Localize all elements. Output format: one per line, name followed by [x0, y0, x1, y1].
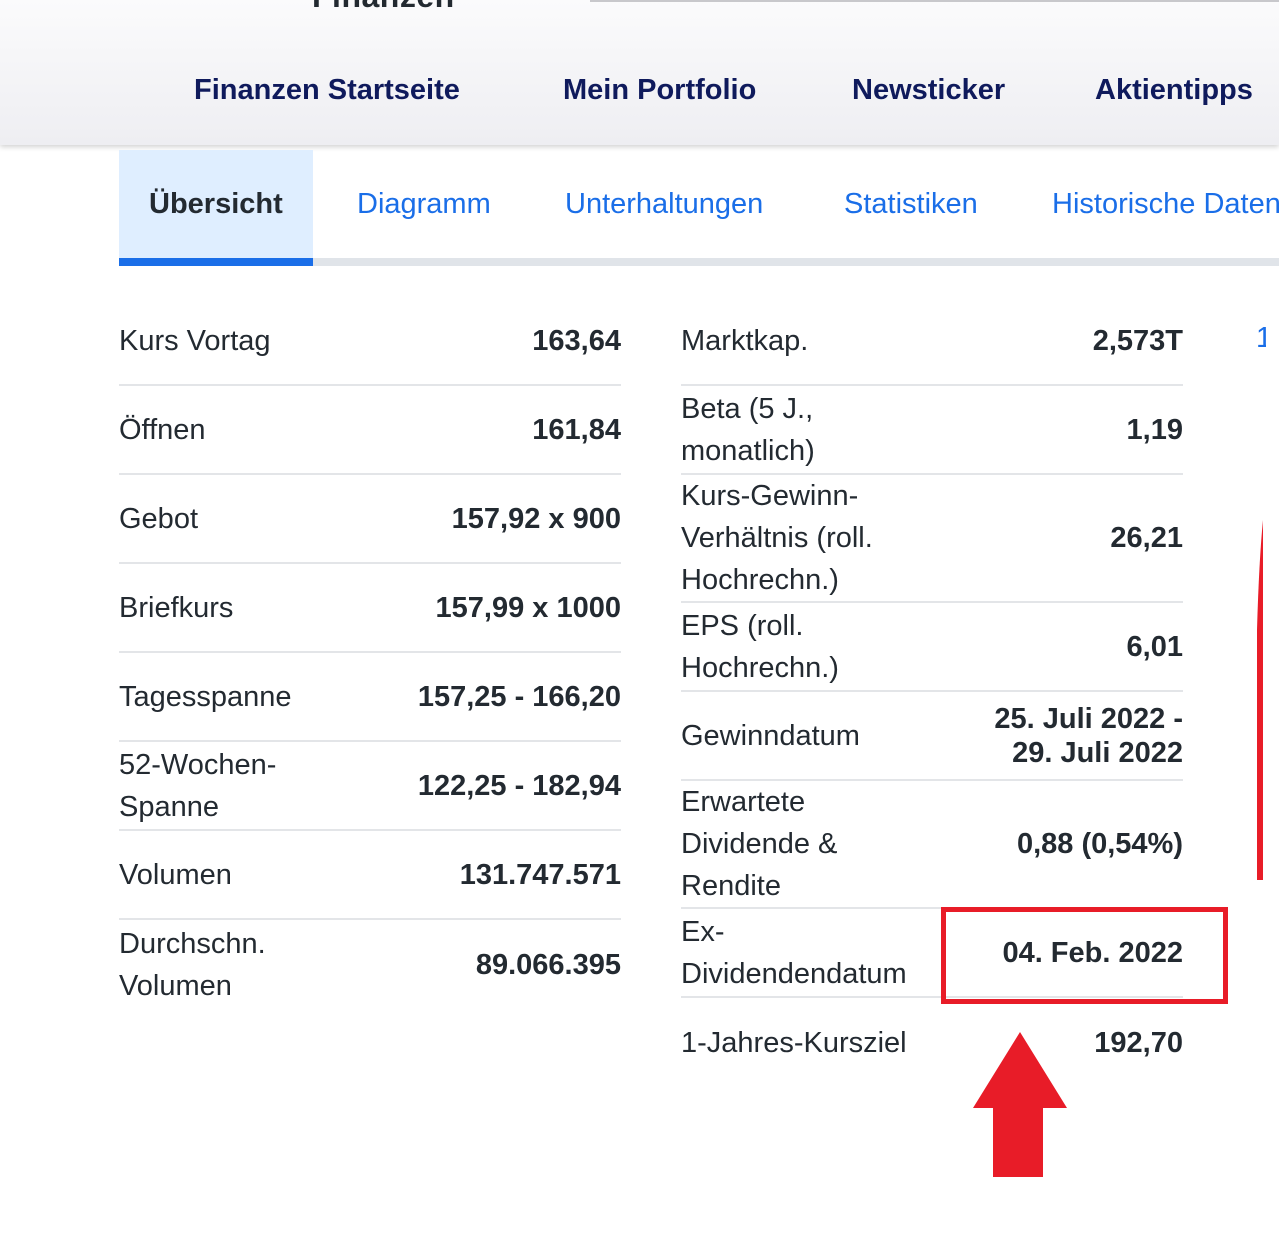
stat-value: 2,573T	[1092, 324, 1183, 357]
stat-value: 192,70	[1094, 1026, 1183, 1059]
stat-value: 25. Juli 2022 - 29. Juli 2022	[994, 702, 1183, 769]
annotation-arrow-up-icon	[972, 1032, 1068, 1183]
search-bar-edge[interactable]	[590, 0, 1279, 2]
stat-label: EPS (roll. Hochrechn.)	[681, 609, 839, 684]
table-row: Erwartete Dividende & Rendite 0,88 (0,54…	[681, 781, 1183, 909]
tab-historische-daten[interactable]: Historische Daten	[1052, 150, 1279, 266]
stat-value: 157,92 x 900	[451, 502, 621, 535]
table-row: Gewinndatum 25. Juli 2022 - 29. Juli 202…	[681, 692, 1183, 781]
stat-label: Erwartete Dividende & Rendite	[681, 786, 838, 902]
stat-value: 0,88 (0,54%)	[1016, 828, 1183, 860]
tab-uebersicht[interactable]: Übersicht	[119, 150, 313, 266]
tab-diagramm[interactable]: Diagramm	[357, 150, 491, 266]
nav-aktientipps[interactable]: Aktientipps	[1095, 74, 1253, 107]
table-row: Gebot 157,92 x 900	[119, 475, 621, 564]
stat-label: Kurs Vortag	[119, 324, 271, 357]
stat-label: Volumen	[119, 858, 232, 891]
table-row: Kurs Vortag 163,64	[119, 297, 621, 386]
table-row: Beta (5 J., monatlich) 1,19	[681, 386, 1183, 475]
stat-value: 131.747.571	[459, 858, 621, 891]
stat-label: 1-Jahres-Kursziel	[681, 1026, 907, 1059]
stat-value: 122,25 - 182,94	[417, 769, 621, 802]
stat-label: Ex-Dividendendatum	[681, 915, 907, 990]
table-row: Kurs-Gewinn-Verhältnis (roll. Hochrechn.…	[681, 475, 1183, 603]
table-row: 1-Jahres-Kursziel 192,70	[681, 998, 1183, 1087]
table-row: Briefkurs 157,99 x 1000	[119, 564, 621, 653]
table-row: Tagesspanne 157,25 - 166,20	[119, 653, 621, 742]
table-row: Öffnen 161,84	[119, 386, 621, 475]
stat-label: Durchschn. Volumen	[119, 927, 266, 1002]
stat-label: Briefkurs	[119, 591, 234, 624]
stat-label: Beta (5 J., monatlich)	[681, 392, 815, 467]
quote-tabs: Übersicht Diagramm Unterhaltungen Statis…	[119, 150, 1279, 267]
site-header: Finanzen Finanzen Startseite Mein Portfo…	[0, 0, 1279, 145]
table-row: EPS (roll. Hochrechn.) 6,01	[681, 603, 1183, 692]
stat-label: Gebot	[119, 502, 198, 535]
table-row: Durchschn. Volumen 89.066.395	[119, 920, 621, 1009]
stat-value: 1,19	[1126, 413, 1183, 446]
table-row: 52-Wochen-Spanne 122,25 - 182,94	[119, 742, 621, 831]
stat-value: 89.066.395	[475, 948, 621, 981]
stat-label: Öffnen	[119, 413, 206, 446]
stat-value: 26,21	[1110, 522, 1183, 554]
table-row: Marktkap. 2,573T	[681, 297, 1183, 386]
table-row: Volumen 131.747.571	[119, 831, 621, 920]
chart-edge	[1257, 520, 1263, 880]
cut-off-text: 1	[1256, 322, 1266, 354]
annotation-highlight-box	[941, 907, 1228, 1004]
stat-value: 161,84	[532, 413, 621, 446]
stat-value: 163,64	[532, 324, 621, 357]
tab-unterhaltungen[interactable]: Unterhaltungen	[565, 150, 763, 266]
stat-label: Kurs-Gewinn-Verhältnis (roll. Hochrechn.…	[681, 480, 873, 596]
tab-statistiken[interactable]: Statistiken	[844, 150, 978, 266]
stat-value: 157,99 x 1000	[435, 591, 621, 624]
stat-label: Marktkap.	[681, 324, 809, 357]
site-logo[interactable]: Finanzen	[312, 0, 455, 15]
stat-label: Tagesspanne	[119, 680, 292, 713]
nav-newsticker[interactable]: Newsticker	[852, 74, 1005, 107]
stat-label: 52-Wochen-Spanne	[119, 748, 277, 823]
stat-value: 6,01	[1126, 630, 1183, 663]
nav-finanzen-startseite[interactable]: Finanzen Startseite	[194, 74, 460, 107]
nav-mein-portfolio[interactable]: Mein Portfolio	[563, 74, 756, 107]
stat-label: Gewinndatum	[681, 719, 860, 752]
stat-value: 157,25 - 166,20	[417, 680, 621, 713]
